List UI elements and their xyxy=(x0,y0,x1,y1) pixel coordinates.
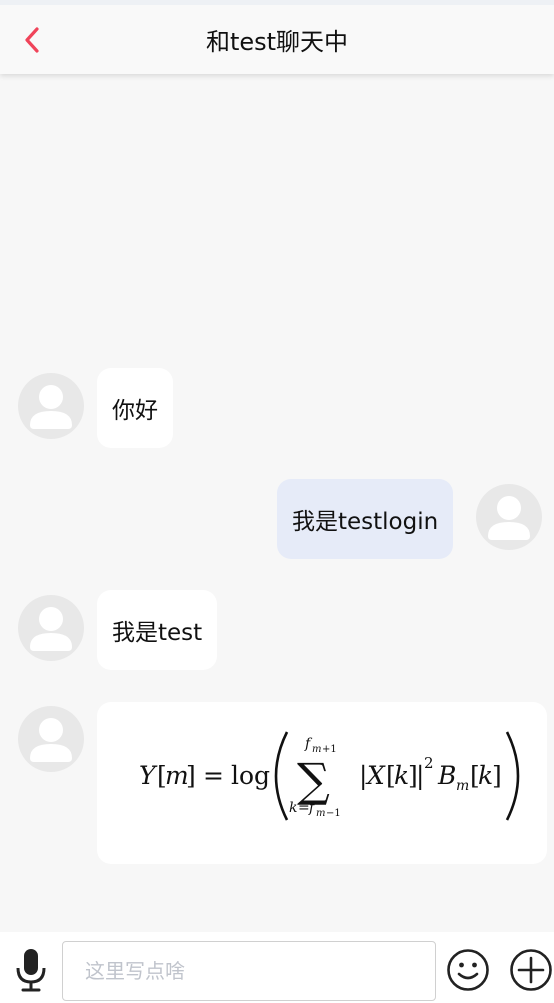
avatar[interactable] xyxy=(476,484,542,550)
svg-text:m: m xyxy=(456,778,469,794)
page-title: 和test聊天中 xyxy=(205,28,349,56)
formula-image-bubble[interactable]: Y [ m ] = log f m +1 ∑ k = f m −1 | X [… xyxy=(97,702,547,864)
svg-text:∑: ∑ xyxy=(297,753,330,807)
chat-header: 和test聊天中 xyxy=(0,0,554,74)
svg-text:=: = xyxy=(203,761,224,790)
svg-text:k: k xyxy=(478,761,493,790)
svg-text:log: log xyxy=(231,761,270,790)
svg-text:=: = xyxy=(298,800,310,816)
microphone-icon xyxy=(16,949,46,992)
math-formula-image: Y [ m ] = log f m +1 ∑ k = f m −1 | X [… xyxy=(139,731,520,821)
avatar[interactable] xyxy=(18,706,84,772)
svg-text:]: ] xyxy=(186,761,196,790)
message-input[interactable] xyxy=(62,941,436,1001)
svg-text:X: X xyxy=(365,761,386,790)
plus-circle-icon xyxy=(510,949,552,991)
svg-text:]: ] xyxy=(492,761,502,790)
message-text: 我是testlogin xyxy=(292,509,439,535)
user-avatar-icon xyxy=(30,607,72,651)
svg-text:Y: Y xyxy=(139,761,158,790)
chat-app: 和test聊天中 你好 我是testlogin 我是test Y [m] =… xyxy=(0,0,554,1003)
user-avatar-icon xyxy=(30,385,72,429)
message-bubble: 你好 xyxy=(97,368,173,448)
svg-text:k: k xyxy=(289,800,297,816)
message-text: 我是test xyxy=(112,620,203,646)
svg-text:k: k xyxy=(394,761,409,790)
svg-text:B: B xyxy=(437,761,456,790)
emoji-button[interactable] xyxy=(446,948,490,992)
user-avatar-icon xyxy=(488,496,530,540)
svg-text:2: 2 xyxy=(424,754,434,772)
svg-text:−1: −1 xyxy=(326,808,341,819)
avatar[interactable] xyxy=(18,373,84,439)
smile-emoji-icon xyxy=(447,949,489,991)
svg-text:m: m xyxy=(316,808,325,819)
user-avatar-icon xyxy=(30,718,72,762)
avatar[interactable] xyxy=(18,595,84,661)
message-bubble: 我是test xyxy=(97,590,218,670)
chat-input-bar xyxy=(0,932,554,1003)
message-bubble: 我是testlogin xyxy=(277,479,454,559)
more-options-button[interactable] xyxy=(509,948,553,992)
voice-input-button[interactable] xyxy=(14,948,48,992)
message-text: 你好 xyxy=(112,398,158,424)
